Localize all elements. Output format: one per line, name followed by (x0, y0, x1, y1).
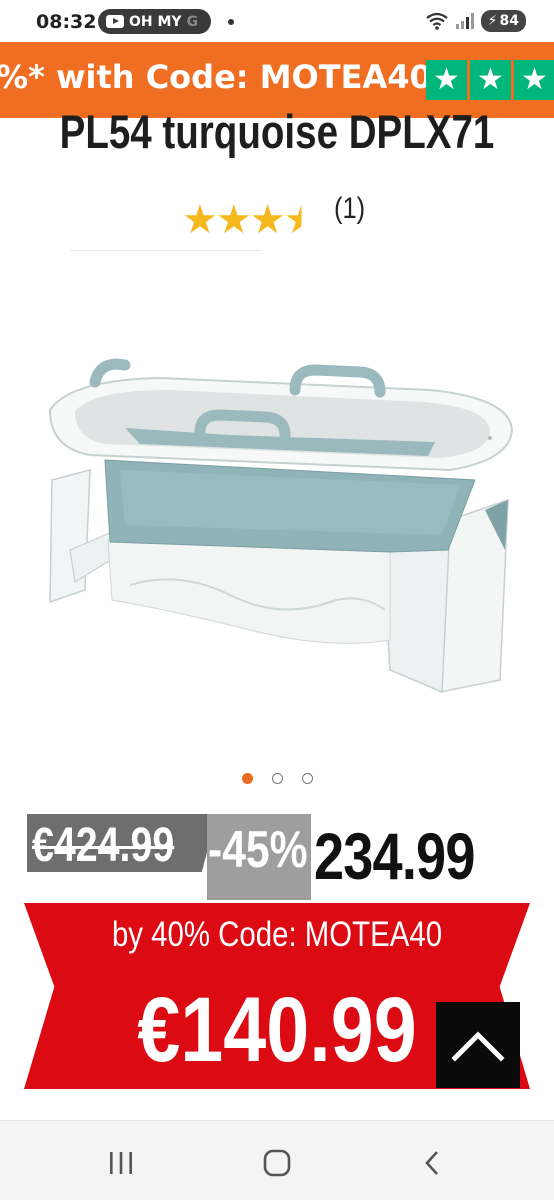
recent-apps-icon (110, 1152, 132, 1174)
back-icon (425, 1151, 438, 1175)
battery-level: 84 (499, 13, 519, 29)
carousel-dot-2[interactable] (272, 773, 283, 784)
product-rating[interactable]: ★ ★ ★ ★ (182, 197, 320, 243)
system-nav-bar (0, 1120, 554, 1200)
back-button[interactable] (402, 1141, 462, 1185)
scroll-to-top-button[interactable] (436, 1002, 520, 1088)
star-icon: ★ (215, 197, 252, 243)
carousel-dots (242, 773, 313, 784)
trustpilot-star-icon: ★ (470, 60, 511, 100)
old-price: €424.99 (32, 819, 175, 872)
status-bar: 08:32 OH MY G ⚡ 84 (0, 0, 554, 42)
wifi-icon (425, 12, 448, 30)
promo-text: %* with Code: MOTEA40 | (0, 58, 455, 96)
rating-count[interactable]: (1) (334, 192, 365, 226)
home-icon (263, 1149, 291, 1177)
screen: 08:32 OH MY G ⚡ 84 %* with Code: MOTEA40… (0, 0, 554, 1200)
media-pill[interactable]: OH MY G (98, 9, 211, 34)
notification-dot-icon (228, 19, 234, 25)
sale-price: 234.99 (314, 819, 475, 893)
discount-percent: -45% (208, 821, 308, 879)
battery-icon: ⚡ 84 (480, 10, 526, 32)
status-icons: ⚡ 84 (425, 10, 526, 32)
divider (70, 250, 262, 251)
media-pill-label: OH MY (129, 13, 182, 30)
foldable-bathtub-image[interactable] (30, 320, 530, 720)
trustpilot-rating: ★ ★ ★ ★ (426, 60, 554, 100)
product-title: PL54 turquoise DPLX71 (59, 105, 495, 158)
carousel-dot-3[interactable] (302, 773, 313, 784)
media-pill-fade: G (186, 13, 199, 30)
trustpilot-star-icon: ★ (426, 60, 467, 100)
star-icon: ★ (182, 197, 218, 243)
status-time: 08:32 (36, 11, 97, 33)
youtube-icon (106, 15, 124, 28)
star-icon: ★ (249, 197, 286, 243)
coupon-code-text: by 40% Code: MOTEA40 (111, 915, 443, 954)
star-half-icon: ★ (283, 197, 320, 243)
carousel-dot-1[interactable] (242, 773, 253, 784)
chevron-up-icon (451, 1031, 505, 1062)
home-button[interactable] (247, 1141, 307, 1185)
recent-apps-button[interactable] (91, 1141, 151, 1185)
signal-icon (455, 13, 474, 29)
trustpilot-star-icon: ★ (514, 60, 554, 100)
